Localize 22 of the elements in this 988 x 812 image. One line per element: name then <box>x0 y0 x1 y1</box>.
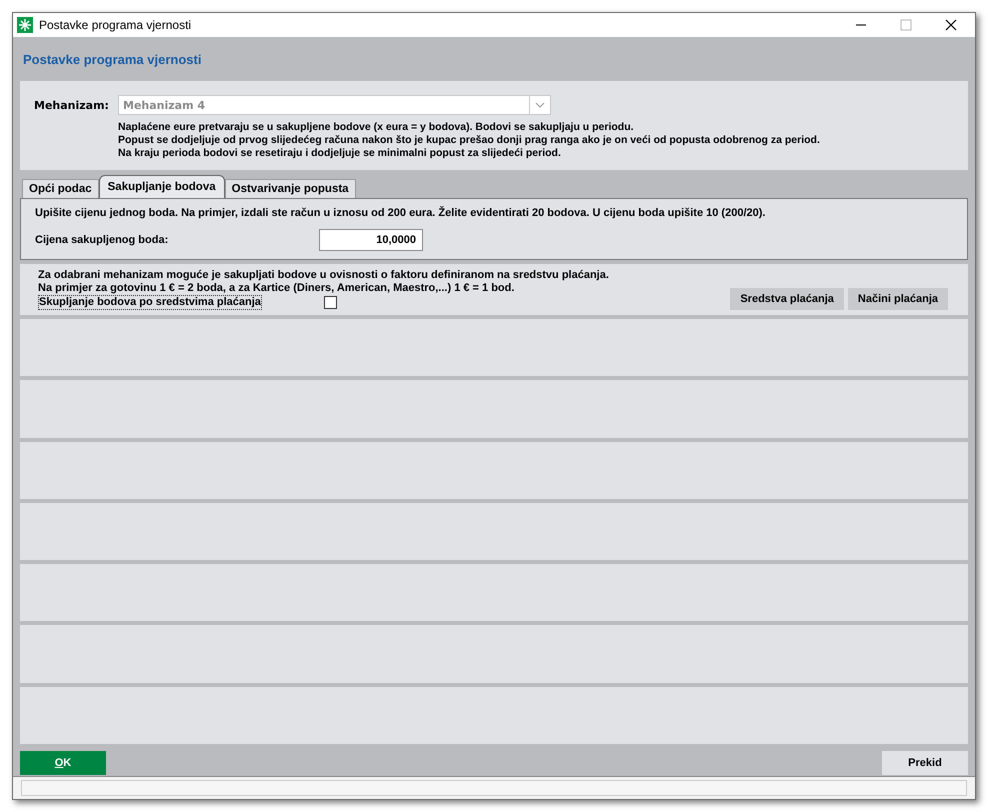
price-input[interactable]: 10,0000 <box>319 229 423 251</box>
payment-description: Na primjer za gotovinu 1 € = 2 boda, a za Kartice (Diners, American, Maestro,...) 1 € = 1 bod. <box>38 282 516 295</box>
checkbox[interactable] <box>324 296 337 309</box>
payment-description: Za odabrani mehanizam moguće je sakupljati bodove u ovisnosti o faktoru definiranom na sredstvu plaćanja. <box>38 269 609 282</box>
price-label: Cijena sakupljenog boda: <box>35 234 170 246</box>
ok-button[interactable]: OK <box>20 750 106 775</box>
close-icon[interactable] <box>945 19 957 31</box>
description-text: Na kraju perioda bodovi se resetiraju i dodjeljuje se minimalni popust za slijedeći period. <box>118 147 562 160</box>
payment-button[interactable]: Sredstva plaćanja <box>730 288 844 310</box>
tab[interactable]: Sakupljanje bodova <box>98 175 225 198</box>
checkbox-label: Skupljanje bodova po sredstvima plaćanja <box>38 295 262 310</box>
cancel-button[interactable]: Prekid <box>882 750 968 775</box>
description-text: Naplaćene eure pretvaraju se u sakupljene bodove (x eura = y bodova). Bodovi se sakupljaju u periodu. <box>118 121 635 134</box>
payment-button[interactable]: Načini plaćanja <box>848 288 948 310</box>
tab[interactable]: Ostvarivanje popusta <box>224 179 356 198</box>
app-icon <box>17 17 33 33</box>
window-title: Postavke programa vjernosti <box>39 18 192 32</box>
mechanism-label: Mehanizam: <box>34 98 110 112</box>
hint-text: Upišite cijenu jednog boda. Na primjer, izdali ste račun u iznosu od 200 eura. Želite evidentirati 20 bodova. U cijenu boda upišite 10 (200/20). <box>35 207 766 219</box>
dialog-heading: Postavke programa vjernosti <box>22 51 202 69</box>
tab[interactable]: Opći podac <box>22 179 99 198</box>
description-text: Popust se dodjeljuje od prvog slijedećeg računa nakon što je kupac prešao donji prag ranga ako je on veći od popusta odobrenog za period. <box>118 134 821 147</box>
